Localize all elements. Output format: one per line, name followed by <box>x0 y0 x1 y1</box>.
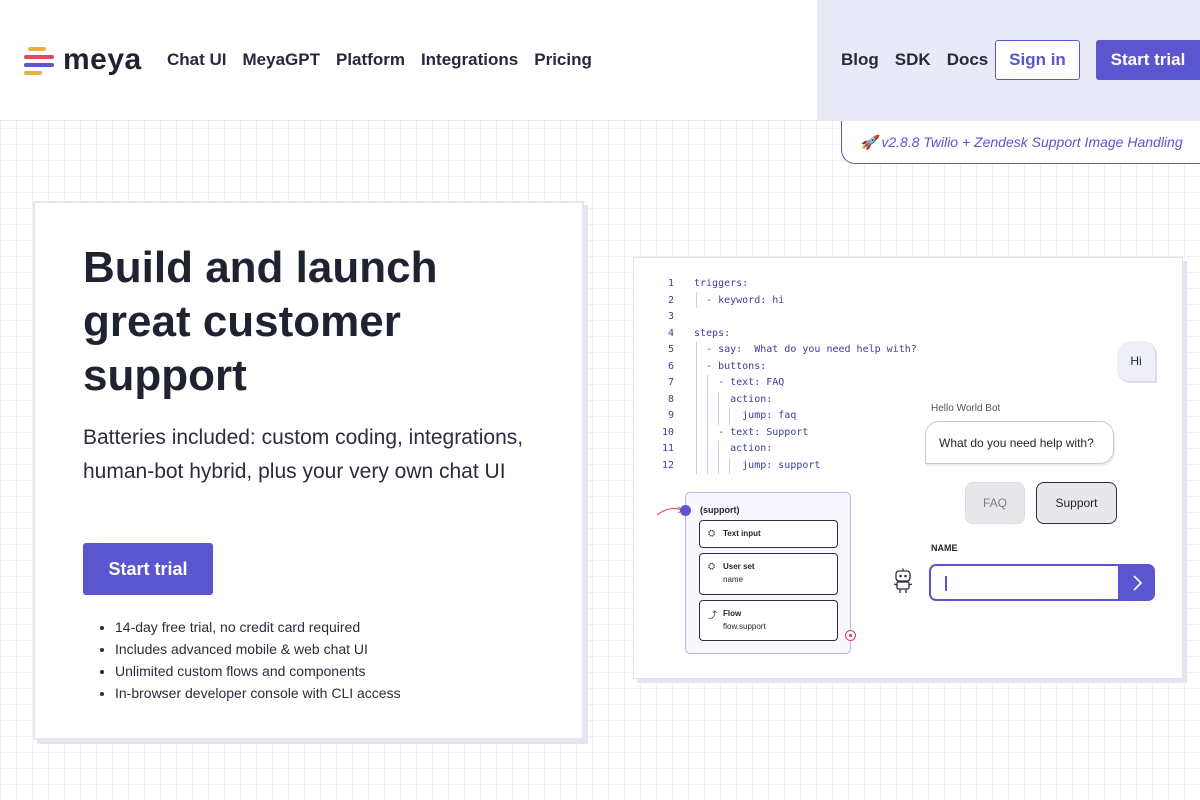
line-number: 2 <box>667 294 674 306</box>
input-field-label: NAME <box>931 543 958 553</box>
line-number: 7 <box>667 377 674 388</box>
logo-text: meya <box>63 43 142 76</box>
flow-end-icon <box>845 630 856 641</box>
code-text: steps: <box>694 327 731 339</box>
nav-pricing[interactable]: Pricing <box>534 50 592 70</box>
line-number: 9 <box>667 410 674 421</box>
feature-item: Unlimited custom flows and components <box>115 660 401 682</box>
quick-reply-support[interactable]: Support <box>1036 482 1117 524</box>
hero-title: Build and launch great customer support <box>83 243 438 400</box>
meya-logo[interactable]: meya <box>24 44 144 78</box>
chat-name-input[interactable] <box>929 564 1118 601</box>
nav-sdk[interactable]: SDK <box>895 50 931 70</box>
start-trial-header-button[interactable]: Start trial <box>1096 40 1200 80</box>
robot-avatar-icon <box>893 568 913 593</box>
line-number: 11 <box>661 443 674 454</box>
bot-message-bubble: What do you need help with? <box>925 421 1114 464</box>
flow-step-label: Text input <box>723 529 761 538</box>
line-number: 1 <box>667 278 674 289</box>
flow-title: (support) <box>700 505 740 515</box>
code-text: jump: faq <box>694 410 797 421</box>
site-header: meya Chat UI MeyaGPT Platform Integratio… <box>0 0 1200 121</box>
code-text: - buttons: <box>694 360 767 372</box>
flow-step-label: User set <box>723 562 755 571</box>
user-message-bubble: Hi <box>1117 341 1157 383</box>
code-text: action: <box>694 443 773 454</box>
code-text: - text: Support <box>694 426 809 438</box>
text-caret <box>945 576 947 591</box>
line-number: 3 <box>667 311 674 322</box>
line-number: 5 <box>667 344 674 355</box>
line-number: 4 <box>667 327 674 339</box>
flow-start-dot <box>680 505 691 516</box>
quick-reply-faq[interactable]: FAQ <box>965 482 1025 524</box>
nav-meyagpt[interactable]: MeyaGPT <box>243 50 320 70</box>
component-icon: ⛭ <box>708 561 716 571</box>
bot-name: Hello World Bot <box>931 403 1001 414</box>
code-text: - text: FAQ <box>694 377 785 388</box>
flow-step-text-input: ⛭ Text input <box>699 520 838 548</box>
line-number: 10 <box>661 426 674 438</box>
line-number: 12 <box>661 459 674 471</box>
line-number: 8 <box>667 393 674 405</box>
code-text: action: <box>694 393 773 405</box>
nav-chat-ui[interactable]: Chat UI <box>167 50 227 70</box>
chevron-right-icon <box>1132 574 1142 591</box>
flow-step-label: Flow <box>723 609 742 618</box>
code-text: - say: What do you need help with? <box>694 344 917 355</box>
code-text: triggers: <box>694 278 749 289</box>
nav-platform[interactable]: Platform <box>336 50 405 70</box>
feature-item: In-browser developer console with CLI ac… <box>115 682 401 704</box>
feature-item: Includes advanced mobile & web chat UI <box>115 638 401 660</box>
component-icon: ⛭ <box>708 528 716 538</box>
flow-step-sub: flow.support <box>723 622 766 631</box>
hero-card: Build and launch great customer support … <box>33 201 584 740</box>
secondary-nav: Blog SDK Docs <box>841 50 1004 70</box>
feature-item: 14-day free trial, no credit card requir… <box>115 616 401 638</box>
demo-illustration: 1 triggers: 2 - keyword: hi 3 4 steps: 5 - say… <box>633 257 1183 679</box>
feature-list: 14-day free trial, no credit card requir… <box>115 616 401 704</box>
flow-step-sub: name <box>723 575 744 584</box>
flow-diagram: (support) ⛭ Text input ⛭ User set name ⤴… <box>685 492 851 654</box>
nav-docs[interactable]: Docs <box>947 50 989 70</box>
line-number: 6 <box>667 360 674 372</box>
sign-in-button[interactable]: Sign in <box>995 40 1080 80</box>
hero-subtitle: Batteries included: custom coding, integ… <box>83 426 524 483</box>
release-announcement-link[interactable]: 🚀 v2.8.8 Twilio + Zendesk Support Image … <box>841 121 1200 164</box>
code-text: - keyword: hi <box>694 294 785 306</box>
code-text: jump: support <box>694 459 821 471</box>
logo-bars-icon <box>24 47 54 75</box>
send-button[interactable] <box>1118 564 1155 601</box>
start-trial-hero-button[interactable]: Start trial <box>83 543 213 595</box>
flow-step-user-set: ⛭ User set name <box>699 553 838 595</box>
nav-blog[interactable]: Blog <box>841 50 879 70</box>
nav-integrations[interactable]: Integrations <box>421 50 518 70</box>
primary-nav: Chat UI MeyaGPT Platform Integrations Pr… <box>167 50 608 70</box>
flow-step-flow: ⤴ Flow flow.support <box>699 600 838 641</box>
flow-icon: ⤴ <box>708 610 718 620</box>
